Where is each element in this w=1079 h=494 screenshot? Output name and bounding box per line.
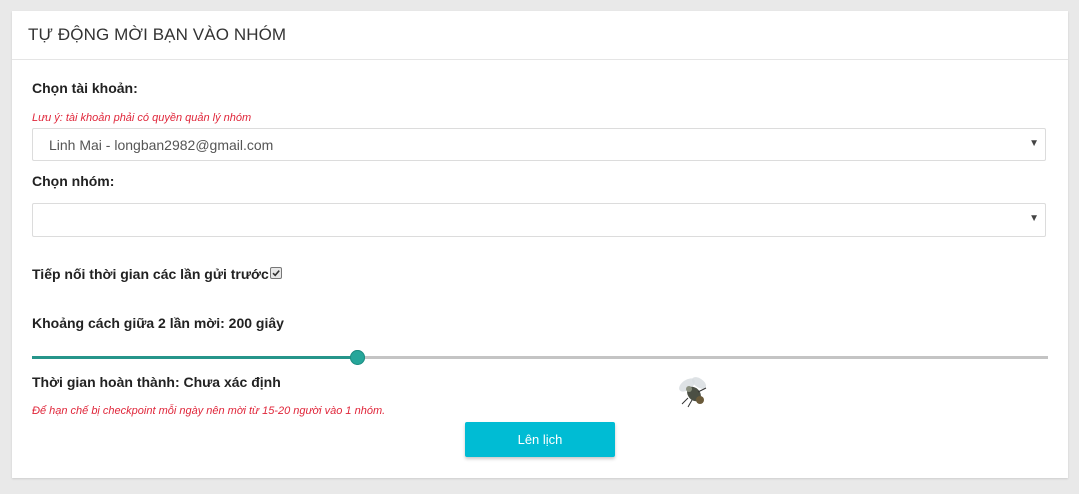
page-title: TỰ ĐỘNG MỜI BẠN VÀO NHÓM: [28, 25, 287, 44]
slider-fill: [32, 356, 358, 359]
invite-friends-card: TỰ ĐỘNG MỜI BẠN VÀO NHÓM Chọn tài khoản:…: [12, 11, 1068, 478]
account-note: Lưu ý: tài khoản phải có quyền quản lý n…: [32, 112, 252, 124]
caret-down-icon: ▼: [1029, 213, 1039, 224]
group-select[interactable]: ▼: [32, 203, 1046, 237]
account-select[interactable]: Linh Mai - longban2982@gmail.com ▼: [32, 128, 1046, 161]
checkpoint-warning: Để hạn chế bị checkpoint mỗi ngày nên mờ…: [32, 405, 386, 417]
account-select-value: Linh Mai - longban2982@gmail.com: [49, 136, 274, 153]
group-label: Chọn nhóm:: [32, 173, 115, 189]
continue-time-row: Tiếp nối thời gian các lần gửi trước: [32, 266, 282, 282]
completion-label: Thời gian hoàn thành: Chưa xác định: [32, 374, 281, 390]
interval-label: Khoảng cách giữa 2 lần mời: 200 giây: [32, 315, 284, 331]
continue-time-checkbox[interactable]: [269, 267, 282, 280]
fly-icon: [676, 374, 712, 415]
card-header: TỰ ĐỘNG MỜI BẠN VÀO NHÓM: [12, 11, 1068, 60]
slider-thumb[interactable]: [350, 350, 366, 365]
interval-slider[interactable]: [32, 350, 1048, 365]
schedule-button[interactable]: Lên lịch: [465, 422, 615, 457]
continue-time-label: Tiếp nối thời gian các lần gửi trước: [32, 266, 269, 282]
caret-down-icon: ▼: [1029, 138, 1039, 149]
account-label: Chọn tài khoản:: [32, 80, 138, 96]
check-icon: [272, 270, 280, 277]
